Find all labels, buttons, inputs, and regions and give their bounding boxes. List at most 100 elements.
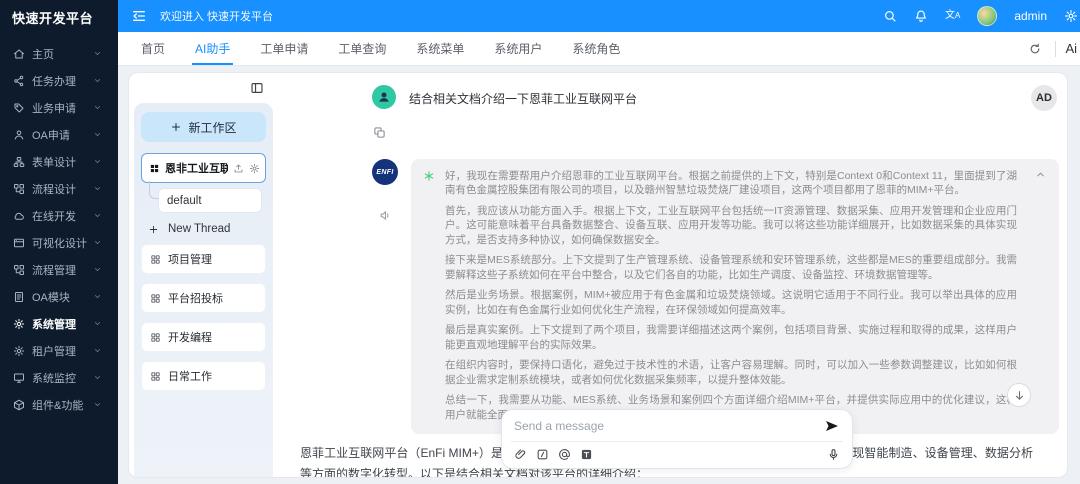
translate-icon[interactable]: 文A bbox=[945, 11, 960, 21]
box-icon bbox=[13, 399, 25, 411]
sidebar-item[interactable]: 系统管理 bbox=[0, 310, 118, 337]
plus-icon bbox=[148, 224, 159, 235]
new-thread-label: New Thread bbox=[168, 223, 231, 235]
chevron-down-icon bbox=[93, 157, 102, 166]
text-format-icon[interactable] bbox=[580, 448, 593, 461]
workspace-item[interactable]: 日常工作 bbox=[141, 361, 266, 391]
thinking-bubble: 好，我现在需要帮用户介绍恩菲的工业互联网平台。根据之前提供的上下文，特别是Con… bbox=[411, 159, 1059, 435]
tab-label: 系统角色 bbox=[572, 42, 621, 56]
user-icon bbox=[13, 129, 25, 141]
flow-icon bbox=[13, 264, 25, 276]
sidebar-item[interactable]: 流程管理 bbox=[0, 256, 118, 283]
copy-icon[interactable] bbox=[373, 126, 386, 139]
workspace-item-label: 平台招投标 bbox=[168, 293, 223, 305]
chevron-up-icon[interactable] bbox=[1035, 169, 1046, 180]
tab-label: AI助手 bbox=[195, 42, 231, 56]
sidebar-item-label: OA申请 bbox=[32, 129, 70, 142]
scroll-down-button[interactable] bbox=[1007, 383, 1031, 407]
sitemap-icon bbox=[13, 156, 25, 168]
gear-icon[interactable] bbox=[1064, 9, 1078, 23]
tab-label: 系统菜单 bbox=[416, 42, 465, 56]
sidebar-item-label: 系统监控 bbox=[32, 372, 76, 385]
monitor-icon bbox=[13, 372, 25, 384]
sidebar-item[interactable]: 在线开发 bbox=[0, 202, 118, 229]
plus-icon bbox=[170, 121, 182, 133]
sidebar-item-label: OA模块 bbox=[32, 291, 70, 304]
workspace-list: 新工作区 恩非工业互联网平台 default New Thread 项目管理 bbox=[134, 103, 273, 477]
tab[interactable]: 系统角色 bbox=[557, 32, 635, 65]
sidebar-item-label: 主页 bbox=[32, 48, 54, 61]
tab-label: 工单申请 bbox=[260, 42, 309, 56]
sidebar-item[interactable]: 主页 bbox=[0, 40, 118, 67]
sidebar-item-label: 流程管理 bbox=[32, 264, 76, 277]
workspace-item-label: 开发编程 bbox=[168, 332, 212, 344]
topbar: 欢迎进入 快速开发平台 文A admin bbox=[118, 0, 1080, 32]
ai-side-tag[interactable]: Ai bbox=[1065, 41, 1080, 56]
gear-icon[interactable] bbox=[249, 163, 260, 174]
workspace-item[interactable]: 开发编程 bbox=[141, 322, 266, 352]
sidebar-item[interactable]: 系统监控 bbox=[0, 364, 118, 391]
sidebar-item[interactable]: 流程设计 bbox=[0, 175, 118, 202]
message-input[interactable] bbox=[514, 419, 816, 433]
gear-icon bbox=[13, 345, 25, 357]
panel-collapse-icon[interactable] bbox=[250, 81, 264, 95]
mention-icon[interactable] bbox=[558, 448, 571, 461]
thinking-spark-icon bbox=[423, 170, 435, 182]
sidebar-item[interactable]: 表单设计 bbox=[0, 148, 118, 175]
refresh-icon[interactable] bbox=[1024, 42, 1046, 56]
workspace-name: 恩非工业互联网平台 bbox=[165, 163, 228, 175]
sidebar-item[interactable]: 组件&功能 bbox=[0, 391, 118, 418]
speaker-icon[interactable] bbox=[379, 209, 392, 222]
sidebar-item-label: 租户管理 bbox=[32, 345, 76, 358]
ai-assistant-panel: 新工作区 恩非工业互联网平台 default New Thread 项目管理 bbox=[128, 72, 1068, 478]
tab[interactable]: AI助手 bbox=[180, 32, 245, 65]
username[interactable]: admin bbox=[1014, 9, 1047, 23]
mic-icon[interactable] bbox=[827, 448, 840, 461]
home-icon bbox=[13, 48, 25, 60]
sidebar-item-label: 任务办理 bbox=[32, 75, 76, 88]
assistant-message: ENFI 好，我现在需要帮用户介绍恩菲的工业互联网平台。根据之前提供的上下文，特… bbox=[372, 159, 1059, 435]
chevron-down-icon bbox=[93, 49, 102, 58]
sidebar-item-label: 业务申请 bbox=[32, 102, 76, 115]
paperclip-icon[interactable] bbox=[514, 448, 527, 461]
code-slash-icon[interactable] bbox=[536, 448, 549, 461]
bell-icon[interactable] bbox=[914, 9, 928, 23]
chat-area: AD 结合相关文档介绍一下恩菲工业互联网平台 ENFI 好，我现在需要帮用户介绍… bbox=[276, 73, 1067, 477]
app-title: 快速开发平台 bbox=[12, 10, 94, 26]
thread-item-default[interactable]: default bbox=[158, 188, 262, 213]
workspace-item[interactable]: 项目管理 bbox=[141, 244, 266, 274]
sidebar-item[interactable]: 租户管理 bbox=[0, 337, 118, 364]
sidebar-item[interactable]: OA模块 bbox=[0, 283, 118, 310]
tab[interactable]: 首页 bbox=[126, 32, 180, 65]
profile-badge[interactable]: AD bbox=[1031, 85, 1057, 111]
thinking-paragraph: 然后是业务场景。根据案例，MIM+被应用于有色金属和垃圾焚烧领域。这说明它适用于… bbox=[445, 289, 1017, 316]
workspace-item[interactable]: 平台招投标 bbox=[141, 283, 266, 313]
sidebar-item[interactable]: 可视化设计 bbox=[0, 229, 118, 256]
thinking-paragraph: 首先，我应该从功能方面入手。根据上下文，工业互联网平台包括统一IT资源管理、数据… bbox=[445, 204, 1017, 246]
new-workspace-button[interactable]: 新工作区 bbox=[141, 112, 266, 142]
divider bbox=[1055, 40, 1057, 57]
tab[interactable]: 工单申请 bbox=[245, 32, 323, 65]
sidebar-item-label: 在线开发 bbox=[32, 210, 76, 223]
user-message-avatar bbox=[372, 85, 396, 109]
sidebar-item[interactable]: 任务办理 bbox=[0, 67, 118, 94]
sidebar-item[interactable]: OA申请 bbox=[0, 121, 118, 148]
search-icon[interactable] bbox=[883, 9, 897, 23]
tab[interactable]: 工单查询 bbox=[323, 32, 401, 65]
chevron-down-icon bbox=[93, 211, 102, 220]
send-icon[interactable] bbox=[824, 418, 840, 434]
user-avatar[interactable] bbox=[977, 6, 998, 26]
menu-collapse-icon[interactable] bbox=[131, 8, 147, 24]
tab[interactable]: 系统用户 bbox=[479, 32, 557, 65]
workspace-item-label: 项目管理 bbox=[168, 254, 212, 266]
tab[interactable]: 系统菜单 bbox=[401, 32, 479, 65]
chevron-down-icon bbox=[93, 184, 102, 193]
upload-icon[interactable] bbox=[233, 163, 244, 174]
sidebar-item[interactable]: 业务申请 bbox=[0, 94, 118, 121]
flow-icon bbox=[13, 183, 25, 195]
chevron-down-icon bbox=[93, 76, 102, 85]
chevron-down-icon bbox=[93, 292, 102, 301]
sidebar-item-label: 可视化设计 bbox=[32, 237, 87, 250]
active-workspace-item[interactable]: 恩非工业互联网平台 bbox=[141, 153, 266, 183]
new-thread-button[interactable]: New Thread bbox=[148, 223, 264, 235]
